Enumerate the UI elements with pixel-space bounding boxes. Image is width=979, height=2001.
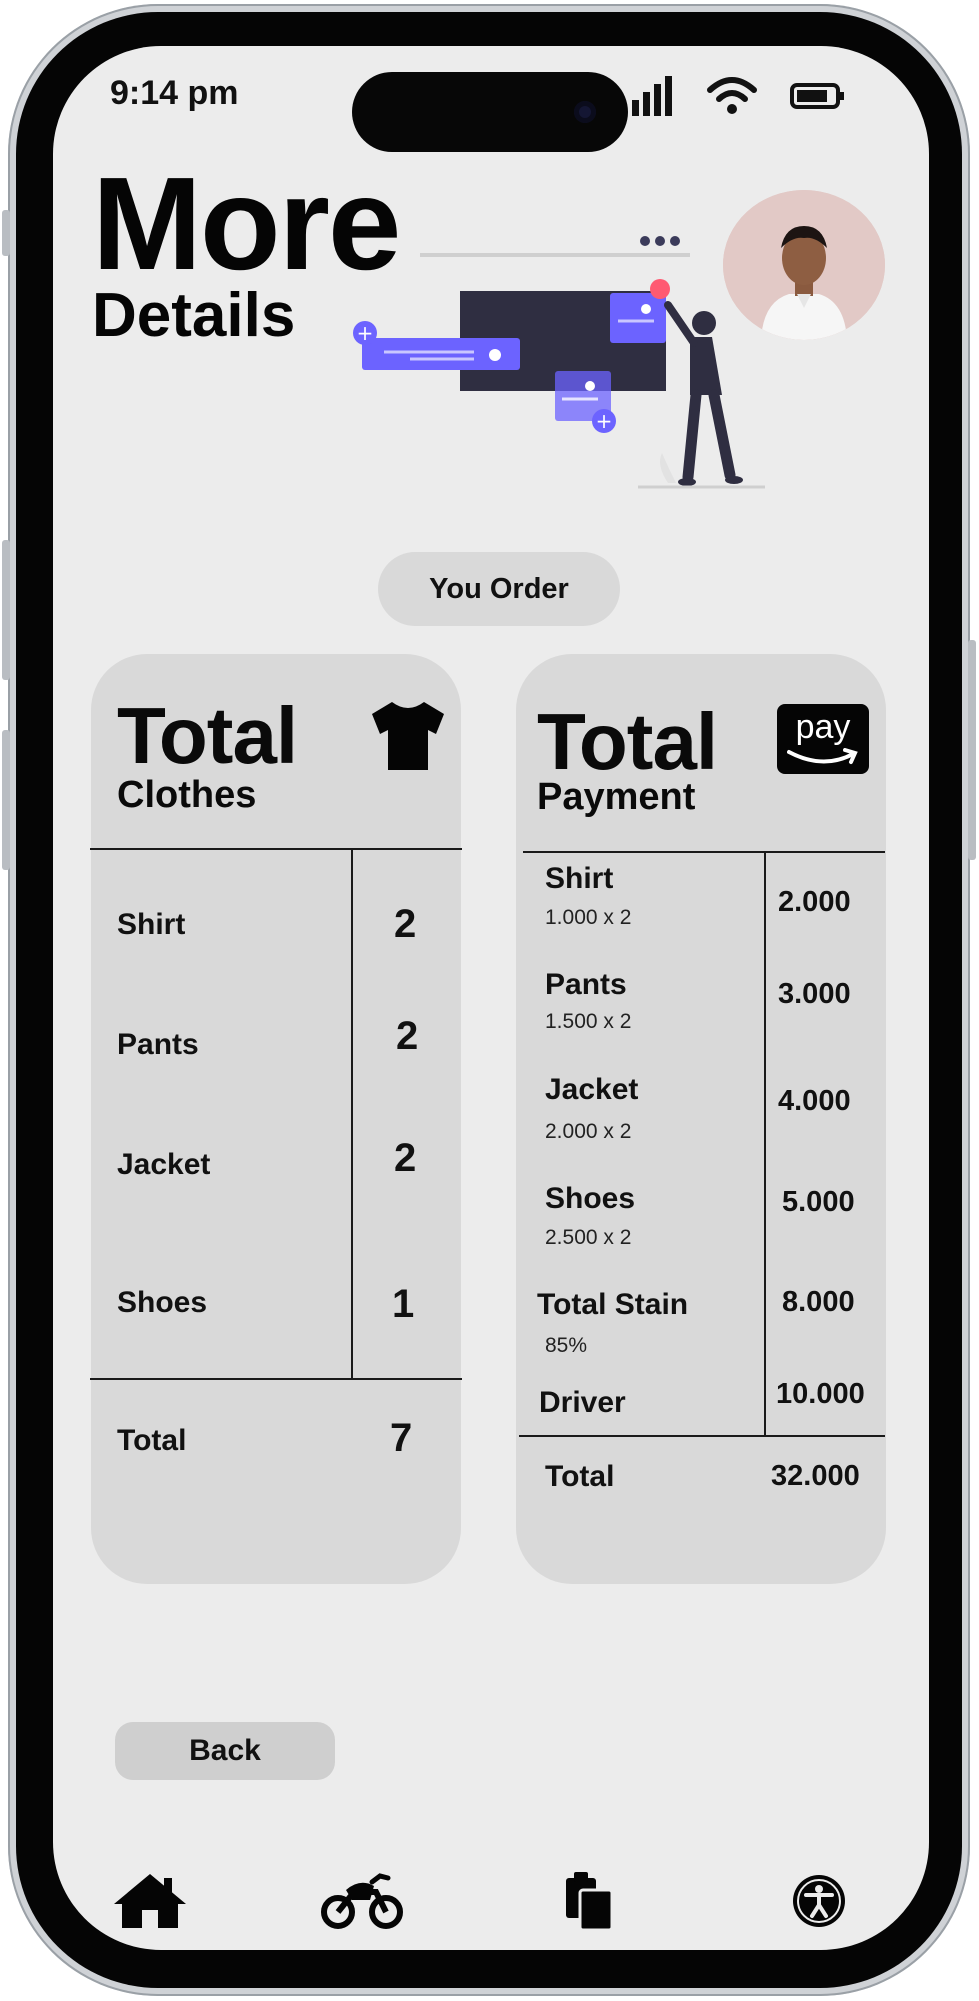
power-button — [968, 640, 976, 860]
signal-icon — [632, 76, 672, 116]
payment-card-subtitle: Payment — [537, 776, 696, 818]
payment-item-detail: 1.000 x 2 — [545, 906, 632, 929]
status-time: 9:14 pm — [110, 74, 239, 112]
clothes-item-label: Shirt — [117, 908, 186, 941]
svg-text:+: + — [357, 321, 374, 345]
clothes-card-title: Total — [117, 691, 298, 780]
clothes-item-qty: 2 — [394, 902, 417, 946]
header-illustration: + + — [353, 236, 765, 489]
clothes-item-qty: 2 — [396, 1014, 419, 1058]
payment-item-detail: 2.500 x 2 — [545, 1226, 632, 1249]
front-camera — [574, 101, 596, 123]
svg-text:+: + — [596, 409, 613, 433]
payment-item-amount: 2.000 — [778, 886, 851, 918]
motorcycle-icon[interactable] — [320, 1870, 404, 1930]
volume-up-button — [2, 540, 10, 680]
tshirt-icon — [372, 702, 444, 770]
payment-card-title: Total — [537, 697, 718, 786]
you-order-label[interactable]: You Order — [378, 552, 620, 626]
payment-item-amount: 4.000 — [778, 1085, 851, 1117]
payment-total-label: Total — [545, 1460, 615, 1493]
avatar[interactable] — [723, 190, 885, 340]
clothes-total-label: Total — [117, 1424, 187, 1457]
clothes-item-qty: 1 — [392, 1282, 415, 1326]
payment-item-label: Shirt — [545, 862, 614, 895]
clothes-total-divider — [90, 1378, 462, 1380]
payment-column-divider — [764, 853, 766, 1435]
payment-item-detail: 1.500 x 2 — [545, 1010, 632, 1033]
wifi-icon — [707, 77, 757, 114]
payment-item-label: Driver — [539, 1386, 626, 1419]
clothes-item-qty: 2 — [394, 1136, 417, 1180]
mute-switch — [2, 210, 10, 256]
clothes-item-label: Pants — [117, 1028, 199, 1061]
clothes-header-divider — [90, 848, 462, 850]
page-subtitle: Details — [92, 281, 296, 350]
payment-item-label: Total Stain — [537, 1288, 689, 1321]
payment-total-divider — [519, 1435, 885, 1437]
payment-item-label: Shoes — [545, 1182, 636, 1215]
back-button[interactable]: Back — [115, 1722, 335, 1780]
payment-header-divider — [523, 851, 885, 853]
battery-icon — [790, 83, 844, 109]
payment-item-detail: 85% — [545, 1334, 588, 1357]
amazon-pay-icon: pay — [777, 704, 869, 774]
profile-photo — [723, 190, 885, 340]
pay-badge-text: pay — [795, 708, 851, 746]
clothes-item-label: Shoes — [117, 1286, 208, 1319]
payment-item-label: Jacket — [545, 1073, 639, 1106]
payment-item-amount: 3.000 — [778, 978, 851, 1010]
payment-item-amount: 10.000 — [776, 1378, 865, 1410]
clothes-card-subtitle: Clothes — [117, 774, 257, 816]
volume-down-button — [2, 730, 10, 870]
clothes-total-value: 7 — [390, 1416, 413, 1460]
clothes-item-label: Jacket — [117, 1148, 211, 1181]
payment-item-amount: 5.000 — [782, 1186, 855, 1218]
payment-item-detail: 2.000 x 2 — [545, 1120, 632, 1143]
clipboard-icon[interactable] — [564, 1870, 614, 1932]
payment-total-value: 32.000 — [771, 1460, 860, 1492]
clothes-column-divider — [351, 850, 353, 1378]
home-icon[interactable] — [112, 1872, 188, 1930]
payment-item-label: Pants — [545, 968, 627, 1001]
payment-item-amount: 8.000 — [782, 1286, 855, 1318]
accessibility-icon[interactable] — [790, 1872, 848, 1930]
